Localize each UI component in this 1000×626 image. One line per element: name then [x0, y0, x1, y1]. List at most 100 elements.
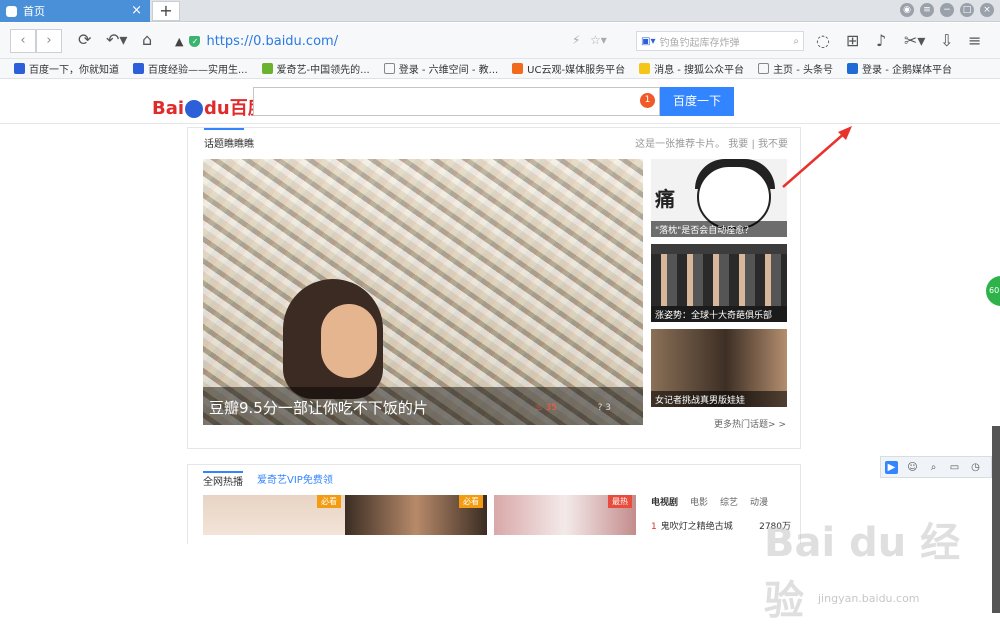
tab-hot[interactable]: 全网热播: [203, 471, 243, 488]
floating-toolbar: ▶ ☺ ⌕ ▭ ◷: [880, 456, 992, 478]
group-photo: [651, 254, 787, 306]
card-title: 话题瞧瞧瞧: [204, 139, 254, 150]
incognito-icon: ▲: [175, 34, 184, 48]
baidu-favicon-icon: [14, 63, 25, 74]
bookmark-item[interactable]: 消息 - 搜狐公众平台: [639, 61, 744, 76]
tab-vip[interactable]: 爱奇艺VIP免费领: [257, 471, 333, 488]
more-topics-link[interactable]: 更多热门话题> >: [714, 417, 786, 430]
card-title-underline: [204, 128, 244, 130]
cartoon-face: [697, 165, 771, 229]
refresh-icon[interactable]: ⟳: [78, 30, 91, 49]
secure-shield-icon: ✓: [189, 35, 201, 47]
bookmark-item[interactable]: 登录 - 企鹅媒体平台: [847, 61, 952, 76]
side-article[interactable]: 涨姿势：全球十大奇葩俱乐部: [651, 244, 787, 322]
forward-icon[interactable]: ›: [36, 29, 62, 53]
ribbon-badge: 最热: [608, 495, 632, 508]
sound-icon[interactable]: ♪: [876, 31, 886, 50]
side-caption: "落枕"是否会自动痊愈？: [651, 221, 787, 237]
video-thumb[interactable]: 必看: [345, 495, 487, 535]
page-content: Bai du百度 1 百度一下 话题瞧瞧瞧 这是一张推荐卡片。 我要 | 我不要 …: [0, 80, 1000, 624]
sohu-favicon-icon: [639, 63, 651, 74]
minimize-icon[interactable]: −: [940, 3, 954, 17]
user-icon[interactable]: ☺: [906, 461, 919, 474]
side-article[interactable]: 痛 "落枕"是否会自动痊愈？: [651, 159, 787, 237]
screenshot-scissors-icon[interactable]: ✂▾: [904, 31, 925, 50]
baidu-logo[interactable]: Bai du百度: [152, 94, 266, 120]
bookmarks-bar: 百度一下，你就知道 百度经验——实用生... 爱奇艺-中国领先的... 登录 -…: [0, 59, 1000, 79]
tv-tab[interactable]: 综艺: [720, 495, 738, 508]
topic-card: 话题瞧瞧瞧 这是一张推荐卡片。 我要 | 我不要 豆瓣9.5分一部让你吃不下饭的…: [187, 127, 801, 449]
skin-icon[interactable]: ◉: [900, 3, 914, 17]
menu-icon[interactable]: ≡: [920, 3, 934, 17]
close-window-icon[interactable]: ×: [980, 3, 994, 17]
baidu-search-button[interactable]: 百度一下: [660, 87, 734, 116]
video-icon[interactable]: ▶: [885, 460, 898, 474]
tab-home[interactable]: 首页 ×: [0, 0, 150, 22]
tab-title: 首页: [23, 5, 45, 18]
like-icon: ♨: [534, 403, 546, 413]
bookmark-item[interactable]: 百度经验——实用生...: [133, 61, 248, 76]
ribbon-badge: 必看: [459, 495, 483, 508]
hero-likes: ♨ 35: [534, 403, 557, 413]
search-engine-icon[interactable]: ▣▾: [641, 36, 655, 47]
tv-tabs: 电视剧 电影 综艺 动漫: [651, 495, 768, 508]
address-bar: ‹ › ⟳ ↶▾ ⌂ ▲ ✓ https://0.baidu.com/ ⚡ ☆▾…: [0, 23, 1000, 59]
iqiyi-favicon-icon: [261, 63, 273, 74]
page-icon: [758, 63, 770, 74]
hero-article[interactable]: 豆瓣9.5分一部让你吃不下饭的片 ♨ 35 ? 3: [203, 159, 643, 425]
back-icon[interactable]: ‹: [10, 29, 36, 53]
star-icon[interactable]: ☆▾: [590, 33, 607, 47]
video-thumb[interactable]: 必看: [203, 495, 345, 535]
undo-icon[interactable]: ↶▾: [106, 30, 127, 49]
tab-favicon-icon: [6, 5, 17, 17]
clock-icon[interactable]: ◷: [969, 461, 982, 474]
search-box[interactable]: ▣▾ 钓鱼钓起库存炸弹 ⌕: [636, 31, 804, 51]
search-icon[interactable]: ⌕: [793, 36, 799, 47]
tv-tab[interactable]: 电影: [690, 495, 708, 508]
speed-badge[interactable]: 60: [986, 276, 1000, 306]
baidu-jingyan-watermark: Bai du 经验 jingyan.baidu.com: [764, 520, 961, 624]
paw-icon: [185, 100, 204, 118]
bookmark-item[interactable]: 爱奇艺-中国领先的...: [261, 61, 370, 76]
url-field[interactable]: ▲ ✓ https://0.baidu.com/: [175, 30, 625, 52]
ribbon-badge: 必看: [317, 495, 341, 508]
chat-icon[interactable]: ◌: [816, 31, 830, 50]
tab-bar: 首页 × + ◉ ≡ − □ ×: [0, 0, 1000, 22]
maximize-icon[interactable]: □: [960, 3, 974, 17]
penguin-favicon-icon: [847, 63, 859, 74]
apps-icon[interactable]: ⊞: [846, 31, 859, 50]
lightning-icon[interactable]: ⚡: [572, 33, 580, 47]
download-icon[interactable]: ⇩: [940, 31, 953, 50]
red-arrow-annotation: [782, 126, 852, 188]
bookmark-item[interactable]: 百度一下，你就知道: [14, 61, 119, 76]
baidu-favicon-icon: [133, 63, 144, 74]
tv-tab[interactable]: 电视剧: [651, 495, 678, 508]
new-tab-button[interactable]: +: [152, 1, 180, 21]
side-char: 痛: [655, 187, 675, 211]
bookmark-item[interactable]: 登录 - 六维空间 - 教...: [383, 61, 498, 76]
bookmark-item[interactable]: UC云观-媒体服务平台: [512, 61, 625, 76]
side-caption: 涨姿势：全球十大奇葩俱乐部: [651, 306, 787, 322]
window-controls: ◉ ≡ − □ ×: [900, 3, 994, 17]
baidu-search-input[interactable]: [253, 87, 660, 116]
hero-comments: ? 3: [597, 403, 611, 413]
home-icon[interactable]: ⌂: [142, 30, 152, 49]
search-icon[interactable]: ⌕: [927, 461, 940, 474]
screen-icon[interactable]: ▭: [948, 461, 961, 474]
bookmark-item[interactable]: 主页 - 头条号: [758, 61, 833, 76]
video-thumb[interactable]: 最热: [494, 495, 636, 535]
hot-videos-card: 全网热播 爱奇艺VIP免费领 必看 必看 最热 电视剧 电影 综艺 动漫 1 鬼吹…: [187, 464, 801, 544]
rank-number: 1: [651, 522, 657, 532]
tab-close-icon[interactable]: ×: [131, 3, 142, 18]
url-text: https://0.baidu.com/: [206, 33, 339, 49]
search-placeholder: 钓鱼钓起库存炸弹: [659, 37, 740, 49]
notification-badge: 1: [640, 93, 655, 108]
card-feedback[interactable]: 这是一张推荐卡片。 我要 | 我不要: [635, 135, 788, 150]
hero-girl-face: [321, 304, 377, 378]
side-caption: 女记者挑战真男版娃娃: [651, 391, 787, 407]
main-menu-icon[interactable]: ≡: [968, 31, 981, 50]
side-article[interactable]: 女记者挑战真男版娃娃: [651, 329, 787, 407]
hero-image: [203, 159, 643, 425]
hero-caption: 豆瓣9.5分一部让你吃不下饭的片: [203, 387, 643, 425]
uc-favicon-icon: [512, 63, 524, 74]
